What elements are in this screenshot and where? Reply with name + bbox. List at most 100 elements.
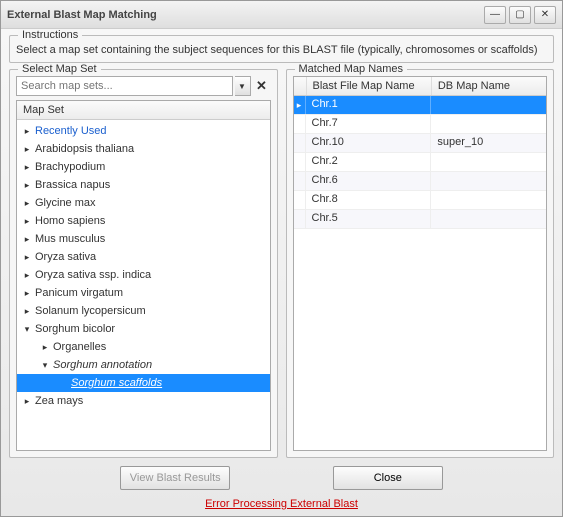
- left-column: Select Map Set ▼ ✕ Map Set ▸Recently Use…: [9, 69, 278, 458]
- table-row[interactable]: ▸Chr.1: [294, 96, 547, 115]
- tree-item-label: Oryza sativa: [33, 251, 96, 263]
- tree-expand-icon[interactable]: ▸: [21, 126, 33, 137]
- tree-expand-icon[interactable]: ▸: [39, 342, 51, 353]
- tree-item[interactable]: ▾Sorghum bicolor: [17, 320, 270, 338]
- select-map-set-legend: Select Map Set: [18, 63, 101, 75]
- tree-item-label: Organelles: [51, 341, 106, 353]
- tree-item[interactable]: ▸Zea mays: [17, 392, 270, 410]
- tree-expand-icon[interactable]: ▸: [21, 144, 33, 155]
- map-set-tree[interactable]: Map Set ▸Recently Used▸Arabidopsis thali…: [16, 100, 271, 451]
- tree-expand-icon[interactable]: ▸: [21, 216, 33, 227]
- tree-expand-icon[interactable]: ▸: [21, 252, 33, 263]
- row-indicator-icon: [294, 191, 306, 209]
- blast-cell: Chr.8: [306, 191, 432, 209]
- tree-item[interactable]: ▸Brassica napus: [17, 176, 270, 194]
- titlebar: External Blast Map Matching — ▢ ✕: [1, 1, 562, 29]
- dialog-window: External Blast Map Matching — ▢ ✕ Instru…: [0, 0, 563, 517]
- tree-item[interactable]: ▸Solanum lycopersicum: [17, 302, 270, 320]
- tree-item[interactable]: ▾Sorghum annotation: [17, 356, 270, 374]
- view-blast-results-button[interactable]: View Blast Results: [120, 466, 230, 490]
- close-button[interactable]: Close: [333, 466, 443, 490]
- tree-item-label: Zea mays: [33, 395, 83, 407]
- blast-cell: Chr.6: [306, 172, 432, 190]
- close-window-button[interactable]: ✕: [534, 6, 556, 24]
- blast-cell: Chr.10: [306, 134, 432, 152]
- minimize-button[interactable]: —: [484, 6, 506, 24]
- tree-item[interactable]: ▸Glycine max: [17, 194, 270, 212]
- tree-expand-icon[interactable]: ▸: [21, 162, 33, 173]
- instructions-panel: Instructions Select a map set containing…: [9, 35, 554, 63]
- tree-item[interactable]: ▸Mus musculus: [17, 230, 270, 248]
- tree-expand-icon[interactable]: ▸: [21, 288, 33, 299]
- tree-item[interactable]: ▸Arabidopsis thaliana: [17, 140, 270, 158]
- search-clear-button[interactable]: ✕: [253, 76, 271, 96]
- search-input[interactable]: [16, 76, 233, 96]
- table-row[interactable]: Chr.6: [294, 172, 547, 191]
- select-map-set-panel: Select Map Set ▼ ✕ Map Set ▸Recently Use…: [9, 69, 278, 458]
- tree-item-label: Solanum lycopersicum: [33, 305, 146, 317]
- table-row[interactable]: Chr.5: [294, 210, 547, 229]
- tree-item[interactable]: ▸Oryza sativa: [17, 248, 270, 266]
- chevron-down-icon: ▼: [238, 82, 246, 91]
- tree-expand-icon[interactable]: ▾: [39, 360, 51, 371]
- matched-map-names-panel: Matched Map Names Blast File Map Name DB…: [286, 69, 555, 458]
- blast-cell: Chr.2: [306, 153, 432, 171]
- tree-item[interactable]: ▸Homo sapiens: [17, 212, 270, 230]
- row-indicator-header: [294, 77, 307, 95]
- tree-item-label: Panicum virgatum: [33, 287, 123, 299]
- instructions-legend: Instructions: [18, 29, 82, 41]
- tree-item-label: Brassica napus: [33, 179, 110, 191]
- tree-item-label: Sorghum annotation: [51, 359, 152, 371]
- table-row[interactable]: Chr.7: [294, 115, 547, 134]
- tree-item[interactable]: ▸Oryza sativa ssp. indica: [17, 266, 270, 284]
- tree-item[interactable]: Sorghum scaffolds: [17, 374, 270, 392]
- tree-item[interactable]: ▸Recently Used: [17, 122, 270, 140]
- table-row[interactable]: Chr.10super_10: [294, 134, 547, 153]
- tree-item[interactable]: ▸Brachypodium: [17, 158, 270, 176]
- tree-expand-icon[interactable]: ▸: [21, 180, 33, 191]
- db-cell: [431, 153, 546, 171]
- table-row[interactable]: Chr.8: [294, 191, 547, 210]
- tree-expand-icon[interactable]: ▸: [21, 270, 33, 281]
- window-title: External Blast Map Matching: [7, 9, 484, 21]
- table-row[interactable]: Chr.2: [294, 153, 547, 172]
- db-cell: [431, 115, 546, 133]
- blast-cell: Chr.7: [306, 115, 432, 133]
- tree-item-label: Sorghum scaffolds: [69, 377, 162, 389]
- tree-item-label: Oryza sativa ssp. indica: [33, 269, 151, 281]
- close-icon: ✕: [541, 9, 549, 20]
- db-cell: [431, 191, 546, 209]
- row-indicator-icon: [294, 115, 306, 133]
- instructions-text: Select a map set containing the subject …: [16, 42, 547, 56]
- right-column: Matched Map Names Blast File Map Name DB…: [286, 69, 555, 458]
- clear-icon: ✕: [256, 78, 267, 94]
- db-column-header[interactable]: DB Map Name: [432, 77, 546, 95]
- tree-expand-icon[interactable]: ▾: [21, 324, 33, 335]
- search-dropdown-button[interactable]: ▼: [235, 76, 251, 96]
- footer-buttons: View Blast Results Close: [9, 464, 554, 492]
- tree-item-label: Arabidopsis thaliana: [33, 143, 134, 155]
- tree-item[interactable]: ▸Panicum virgatum: [17, 284, 270, 302]
- search-row: ▼ ✕: [16, 76, 271, 96]
- matched-legend: Matched Map Names: [295, 63, 408, 75]
- minimize-icon: —: [490, 9, 500, 20]
- maximize-button[interactable]: ▢: [509, 6, 531, 24]
- tree-item[interactable]: ▸Organelles: [17, 338, 270, 356]
- tree-header: Map Set: [17, 101, 270, 120]
- db-cell: [431, 96, 546, 114]
- tree-expand-icon[interactable]: ▸: [21, 198, 33, 209]
- tree-expand-icon[interactable]: ▸: [21, 306, 33, 317]
- columns: Select Map Set ▼ ✕ Map Set ▸Recently Use…: [9, 69, 554, 458]
- matched-table[interactable]: Blast File Map Name DB Map Name ▸Chr.1Ch…: [293, 76, 548, 451]
- db-cell: super_10: [431, 134, 546, 152]
- tree-expand-icon[interactable]: ▸: [21, 234, 33, 245]
- error-message[interactable]: Error Processing External Blast: [9, 498, 554, 512]
- tree-expand-icon[interactable]: ▸: [21, 396, 33, 407]
- blast-column-header[interactable]: Blast File Map Name: [307, 77, 432, 95]
- table-header: Blast File Map Name DB Map Name: [294, 77, 547, 96]
- row-indicator-icon: [294, 210, 306, 228]
- row-indicator-icon: ▸: [294, 96, 306, 114]
- tree-body: ▸Recently Used▸Arabidopsis thaliana▸Brac…: [17, 120, 270, 412]
- row-indicator-icon: [294, 172, 306, 190]
- blast-cell: Chr.1: [306, 96, 432, 114]
